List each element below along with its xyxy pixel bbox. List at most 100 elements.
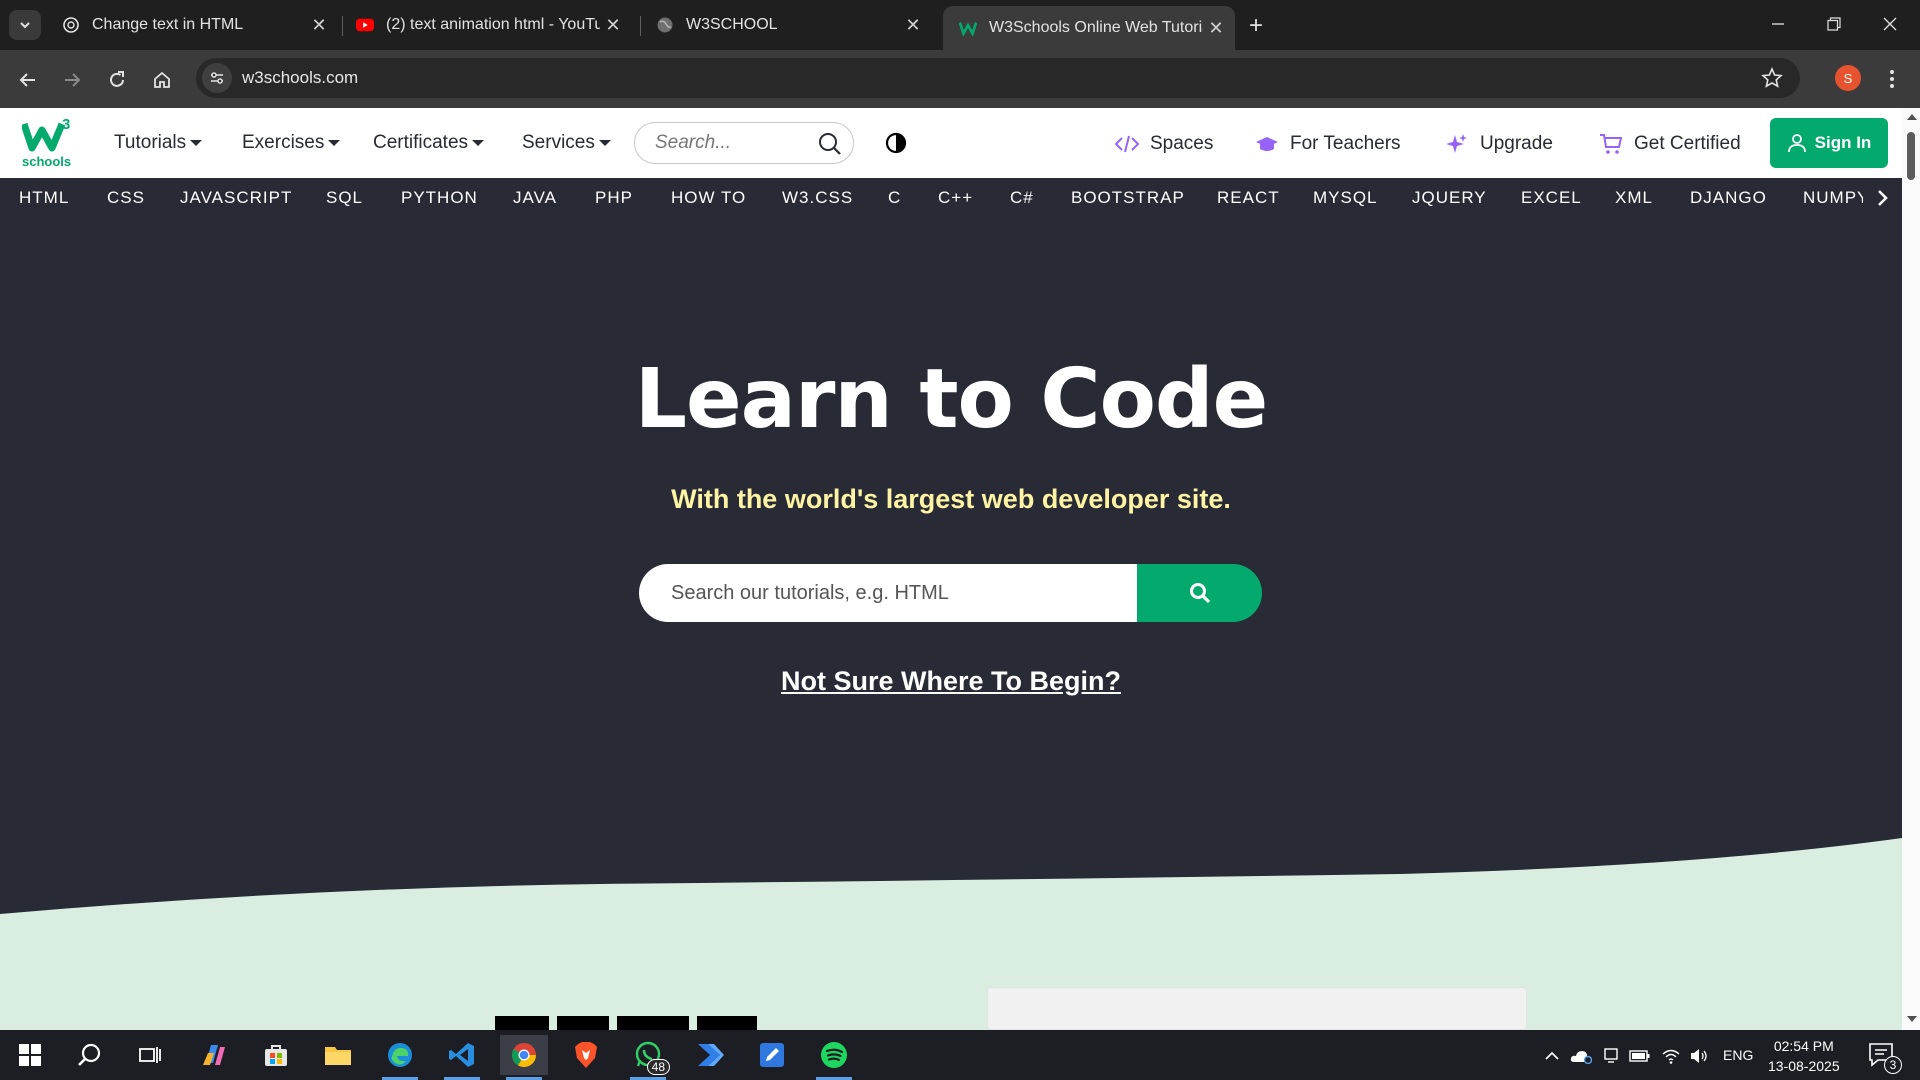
profile-avatar[interactable]: S	[1835, 65, 1861, 91]
html-heading-peek	[495, 1016, 765, 1030]
graduation-cap-icon	[1254, 132, 1280, 156]
lang-link-bootstrap[interactable]: BOOTSTRAP	[1071, 188, 1185, 208]
tray-overflow-chevron-icon[interactable]	[1541, 1045, 1563, 1067]
certificates-menu[interactable]: Certificates	[373, 132, 485, 154]
tutorials-menu[interactable]: Tutorials	[114, 132, 203, 154]
battery-icon[interactable]	[1629, 1045, 1651, 1067]
hero-subtitle: With the world's largest web developer s…	[671, 484, 1231, 514]
search-icon[interactable]	[817, 131, 843, 157]
input-language[interactable]: ENG	[1723, 1047, 1753, 1063]
nav-search-input[interactable]	[655, 131, 805, 155]
services-menu[interactable]: Services	[522, 132, 611, 154]
page-scrollbar[interactable]	[1902, 108, 1920, 1030]
lang-link-w3css[interactable]: W3.CSS	[782, 188, 853, 208]
lang-link-javascript[interactable]: JAVASCRIPT	[180, 188, 292, 208]
wifi-icon[interactable]	[1660, 1045, 1682, 1067]
lang-link-xml[interactable]: XML	[1615, 188, 1653, 208]
copilot-app[interactable]	[190, 1035, 238, 1075]
home-button[interactable]	[146, 64, 178, 96]
clock-date: 13-08-2025	[1768, 1058, 1840, 1074]
spotify-app[interactable]	[810, 1035, 858, 1080]
bookmark-star-icon[interactable]	[1760, 66, 1784, 90]
vscode-app[interactable]	[438, 1035, 486, 1080]
upgrade-label: Upgrade	[1480, 133, 1553, 154]
lang-link-how-to[interactable]: HOW TO	[671, 188, 746, 208]
notes-app[interactable]	[748, 1035, 796, 1075]
power-automate-app[interactable]	[686, 1035, 734, 1075]
sign-in-button[interactable]: Sign In	[1770, 118, 1888, 168]
scroll-down-arrow[interactable]	[1907, 1016, 1917, 1022]
for-teachers-link[interactable]: For Teachers	[1254, 132, 1401, 156]
browser-tab[interactable]: Change text in HTML ✕	[46, 7, 338, 43]
close-tab-icon[interactable]: ✕	[600, 12, 626, 38]
lang-link-numpy[interactable]: NUMPY	[1803, 188, 1863, 208]
onedrive-icon[interactable]	[1570, 1045, 1592, 1067]
address-bar[interactable]: w3schools.com	[196, 58, 1800, 98]
dark-mode-toggle-icon[interactable]	[885, 132, 907, 154]
browser-tab[interactable]: W3SCHOOL ✕	[640, 7, 932, 43]
new-tab-button[interactable]: +	[1242, 12, 1270, 40]
lang-link-excel[interactable]: EXCEL	[1521, 188, 1582, 208]
minimize-button[interactable]	[1750, 8, 1806, 40]
brave-app[interactable]	[562, 1035, 610, 1075]
caret-down-icon	[598, 140, 611, 146]
chevron-right-icon[interactable]	[1872, 186, 1892, 210]
lang-link-django[interactable]: DJANGO	[1690, 188, 1767, 208]
copilot-icon	[203, 1045, 225, 1065]
hero-search-button[interactable]	[1137, 564, 1262, 622]
lang-link-python[interactable]: PYTHON	[401, 188, 478, 208]
lang-link-css[interactable]: CSS	[107, 188, 145, 208]
lang-link-php[interactable]: PHP	[595, 188, 633, 208]
not-sure-link[interactable]: Not Sure Where To Begin?	[0, 666, 1902, 697]
exercises-menu[interactable]: Exercises	[242, 132, 341, 154]
back-button[interactable]	[12, 64, 44, 96]
close-window-button[interactable]	[1862, 8, 1918, 40]
browser-tab-active[interactable]: W3Schools Online Web Tutorials ✕	[943, 6, 1235, 50]
edge-app[interactable]	[376, 1035, 424, 1080]
url-text[interactable]: w3schools.com	[242, 68, 358, 88]
lang-link-sql[interactable]: SQL	[326, 188, 363, 208]
lang-link-jquery[interactable]: JQUERY	[1412, 188, 1487, 208]
get-certified-link[interactable]: Get Certified	[1598, 132, 1741, 156]
volume-icon[interactable]	[1688, 1045, 1710, 1067]
search-icon	[78, 1043, 101, 1066]
tab-search-button[interactable]	[9, 10, 41, 40]
microsoft-store-app[interactable]	[252, 1035, 300, 1075]
close-tab-icon[interactable]: ✕	[900, 12, 926, 38]
forward-button[interactable]	[56, 64, 88, 96]
user-icon	[1787, 134, 1806, 153]
w3schools-logo[interactable]: 3 schools	[20, 116, 80, 170]
lang-link-csharp[interactable]: C#	[1010, 188, 1034, 208]
close-tab-icon[interactable]: ✕	[1203, 15, 1229, 41]
upgrade-link[interactable]: Upgrade	[1444, 132, 1553, 156]
minimize-icon	[1772, 23, 1784, 25]
start-button[interactable]	[6, 1035, 54, 1075]
lang-link-cpp[interactable]: C++	[938, 188, 973, 208]
scroll-up-arrow[interactable]	[1907, 114, 1917, 120]
task-view-button[interactable]	[126, 1035, 174, 1075]
taskbar-search-button[interactable]	[66, 1035, 114, 1075]
lang-link-c[interactable]: C	[888, 188, 901, 208]
w3-logo-mark	[22, 122, 66, 152]
lang-link-react[interactable]: REACT	[1217, 188, 1280, 208]
lang-link-html[interactable]: HTML	[19, 188, 69, 208]
browser-tab[interactable]: (2) text animation html - YouTube ✕	[340, 7, 632, 43]
restore-button[interactable]	[1806, 8, 1862, 40]
site-info-button[interactable]	[202, 63, 232, 93]
spaces-link[interactable]: Spaces	[1114, 132, 1213, 156]
whatsapp-app[interactable]: 48	[624, 1035, 672, 1080]
file-explorer-app[interactable]	[314, 1035, 362, 1075]
reload-button[interactable]	[101, 64, 133, 96]
browser-toolbar: w3schools.com S	[0, 50, 1920, 108]
services-menu-label: Services	[522, 132, 595, 153]
hero-search-input[interactable]	[639, 564, 1139, 622]
taskbar-clock[interactable]: 02:54 PM 13-08-2025	[1768, 1036, 1840, 1076]
lang-link-mysql[interactable]: MYSQL	[1313, 188, 1378, 208]
lang-link-java[interactable]: JAVA	[513, 188, 557, 208]
close-tab-icon[interactable]: ✕	[306, 12, 332, 38]
more-menu-icon[interactable]	[1882, 64, 1902, 94]
device-icon[interactable]	[1600, 1045, 1622, 1067]
chrome-app[interactable]	[500, 1035, 548, 1080]
whatsapp-unread-badge: 48	[646, 1059, 670, 1075]
scroll-thumb[interactable]	[1907, 132, 1915, 180]
